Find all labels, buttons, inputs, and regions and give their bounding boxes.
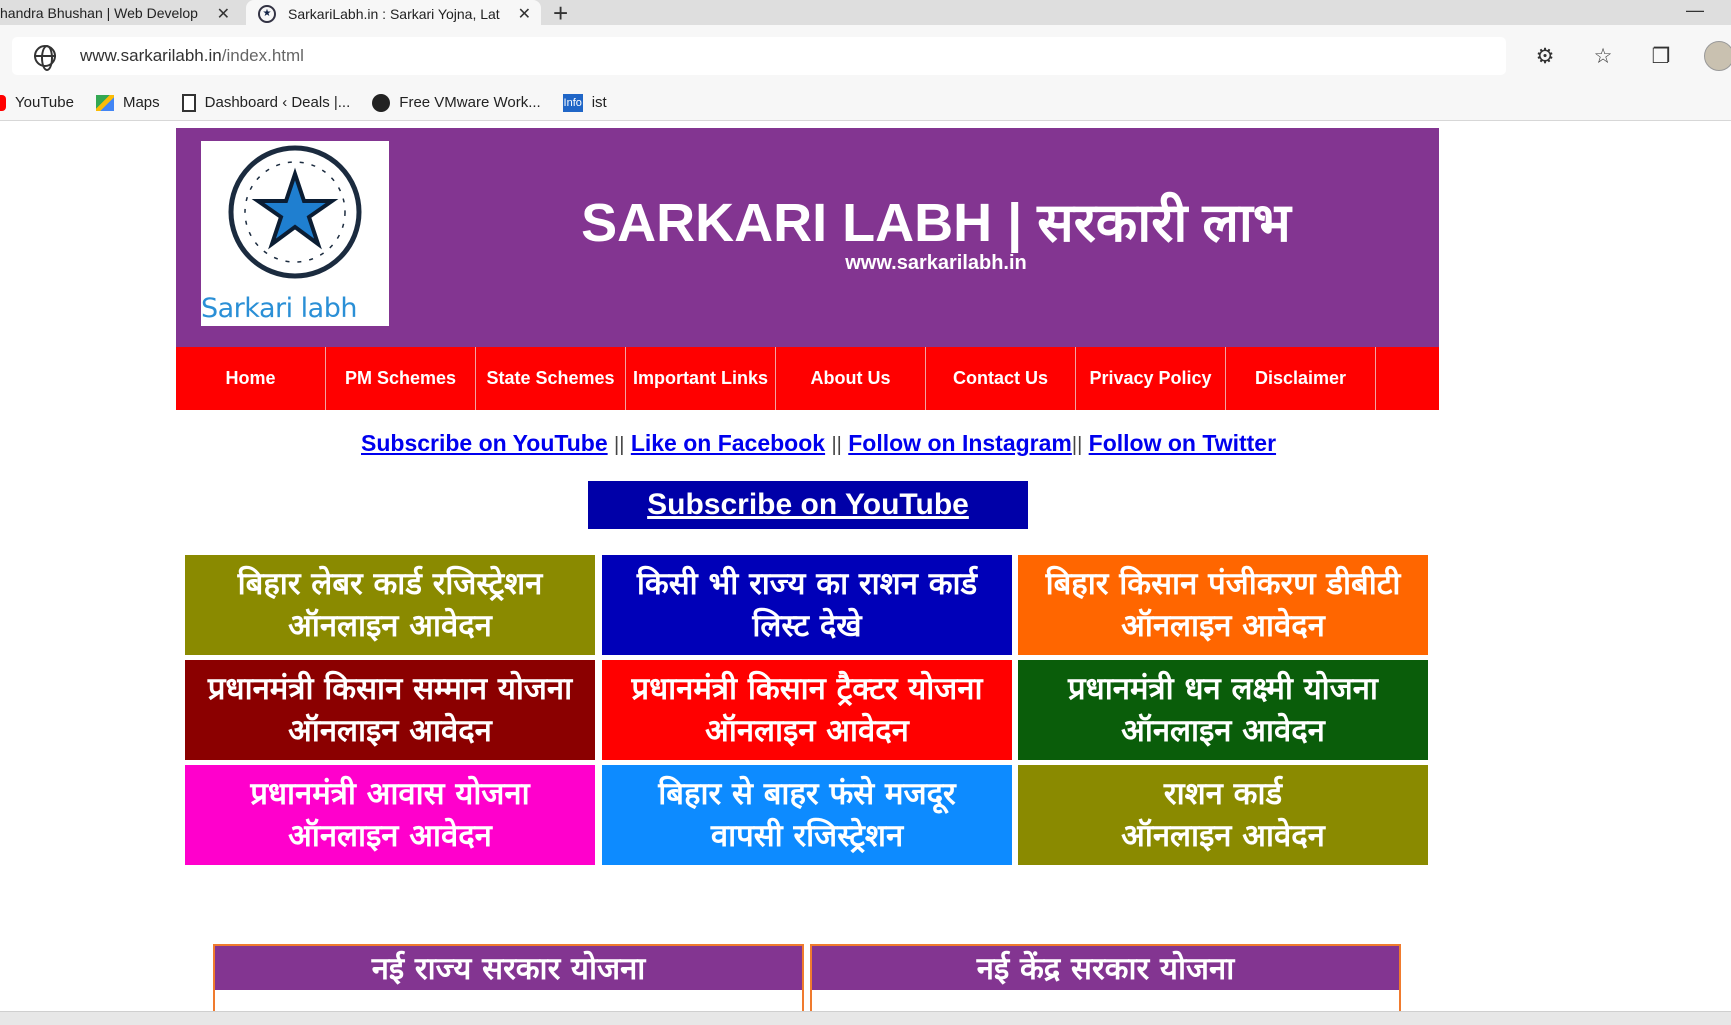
logo-caption: Sarkari labh	[201, 293, 357, 324]
separator: ||	[614, 434, 625, 456]
instagram-link[interactable]: Follow on Instagram	[848, 430, 1072, 456]
tab-title: SarkariLabh.in : Sarkari Yojna, Lat	[288, 5, 500, 22]
profile-avatar[interactable]	[1704, 41, 1731, 71]
central-schemes-panel: नई केंद्र सरकार योजना	[810, 944, 1401, 1011]
social-links: Subscribe on YouTube || Like on Facebook…	[0, 430, 1731, 457]
scheme-tile[interactable]: किसी भी राज्य का राशन कार्ड लिस्ट देखे	[602, 555, 1012, 655]
browser-tab-inactive[interactable]: handra Bhushan | Web Develop ✕	[0, 0, 240, 25]
nav-important-links[interactable]: Important Links	[626, 347, 776, 410]
info-icon: Info	[562, 93, 583, 112]
tab-title: handra Bhushan | Web Develop	[0, 4, 198, 21]
address-bar-row: www.sarkarilabh.in/index.html ⚙ ☆ ❐	[0, 25, 1731, 85]
youtube-icon	[0, 94, 6, 111]
web-page: Sarkari labh SARKARI LABH | सरकारी लाभ w…	[0, 121, 1731, 1011]
nav-disclaimer[interactable]: Disclaimer	[1226, 347, 1376, 410]
url-field[interactable]: www.sarkarilabh.in/index.html	[12, 37, 1506, 75]
url-text: www.sarkarilabh.in/index.html	[80, 46, 304, 65]
close-icon[interactable]: ✕	[518, 4, 531, 24]
site-logo[interactable]: Sarkari labh	[201, 141, 389, 326]
state-schemes-panel: नई राज्य सरकार योजना	[213, 944, 804, 1011]
panel-title: नई राज्य सरकार योजना	[215, 946, 802, 990]
close-icon[interactable]: ✕	[217, 4, 230, 24]
site-title: SARKARI LABH | सरकारी लाभ	[581, 193, 1291, 253]
bookmark-youtube[interactable]: YouTube	[0, 94, 74, 111]
document-icon	[181, 93, 196, 112]
toolbar-icons: ⚙ ☆ ❐	[1530, 41, 1731, 71]
window-bottom-bar	[0, 1011, 1731, 1025]
extensions-icon[interactable]: ⚙	[1530, 41, 1560, 71]
github-icon	[372, 93, 391, 112]
scheme-tile[interactable]: प्रधानमंत्री किसान सम्मान योजना ऑनलाइन आव…	[185, 660, 595, 760]
scheme-tile[interactable]: राशन कार्ड ऑनलाइन आवेदन	[1018, 765, 1428, 865]
bookmark-ist[interactable]: Info ist	[562, 93, 607, 112]
bookmarks-bar: YouTube Maps Dashboard ‹ Deals |... Free…	[0, 85, 1731, 121]
collections-icon[interactable]: ❐	[1646, 41, 1676, 71]
browser-tab-bar: handra Bhushan | Web Develop ✕ ★ Sarkari…	[0, 0, 1731, 28]
scheme-tile[interactable]: बिहार किसान पंजीकरण डीबीटी ऑनलाइन आवेदन	[1018, 555, 1428, 655]
minimize-button[interactable]: —	[1686, 0, 1704, 21]
nav-state-schemes[interactable]: State Schemes	[476, 347, 626, 410]
facebook-link[interactable]: Like on Facebook	[631, 430, 825, 456]
separator: ||	[1071, 434, 1083, 456]
maps-icon	[95, 94, 114, 111]
subscribe-youtube-banner: Subscribe on YouTube	[588, 481, 1028, 529]
bookmark-dashboard[interactable]: Dashboard ‹ Deals |...	[181, 93, 350, 112]
nav-pm-schemes[interactable]: PM Schemes	[326, 347, 476, 410]
site-header: Sarkari labh SARKARI LABH | सरकारी लाभ w…	[176, 128, 1439, 347]
favorites-icon[interactable]: ☆	[1588, 41, 1618, 71]
scheme-tile[interactable]: प्रधानमंत्री किसान ट्रैक्टर योजना ऑनलाइन …	[602, 660, 1012, 760]
separator: ||	[831, 434, 842, 456]
bookmark-vmware[interactable]: Free VMware Work...	[372, 93, 541, 112]
nav-contact-us[interactable]: Contact Us	[926, 347, 1076, 410]
bookmark-maps[interactable]: Maps	[95, 94, 160, 111]
panel-title: नई केंद्र सरकार योजना	[812, 946, 1399, 990]
browser-tab-active[interactable]: ★ SarkariLabh.in : Sarkari Yojna, Lat ✕	[246, 0, 541, 27]
nav-about-us[interactable]: About Us	[776, 347, 926, 410]
scheme-tile[interactable]: प्रधानमंत्री धन लक्ष्मी योजना ऑनलाइन आवेद…	[1018, 660, 1428, 760]
scheme-tile[interactable]: प्रधानमंत्री आवास योजना ऑनलाइन आवेदन	[185, 765, 595, 865]
nav-privacy-policy[interactable]: Privacy Policy	[1076, 347, 1226, 410]
youtube-link[interactable]: Subscribe on YouTube	[361, 430, 608, 456]
site-favicon-icon: ★	[258, 4, 276, 23]
scheme-tile[interactable]: बिहार से बाहर फंसे मजदूर वापसी रजिस्ट्रेश…	[602, 765, 1012, 865]
nav-home[interactable]: Home	[176, 347, 326, 410]
scheme-tile[interactable]: बिहार लेबर कार्ड रजिस्ट्रेशन ऑनलाइन आवेदन	[185, 555, 595, 655]
globe-icon	[34, 45, 56, 71]
site-url: www.sarkarilabh.in	[845, 252, 1027, 274]
twitter-link[interactable]: Follow on Twitter	[1089, 430, 1276, 456]
main-nav: Home PM Schemes State Schemes Important …	[176, 347, 1439, 410]
subscribe-youtube-link[interactable]: Subscribe on YouTube	[647, 488, 969, 522]
